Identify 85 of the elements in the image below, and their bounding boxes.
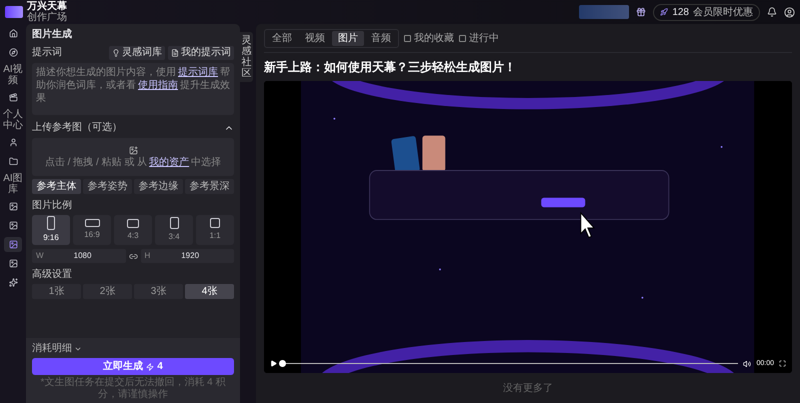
logo-icon xyxy=(5,6,23,18)
ratio-shape-icon xyxy=(170,217,178,229)
rail-item[interactable] xyxy=(4,237,22,252)
brand-name: 万兴天幕 xyxy=(27,1,67,12)
filter-label: 进行中 xyxy=(469,32,499,46)
volume-icon[interactable] xyxy=(743,360,752,368)
image-add-icon xyxy=(128,146,138,154)
prompt-tool-button[interactable]: 我的提示词 xyxy=(168,46,234,60)
ratio-shape-icon xyxy=(127,218,139,228)
prompt-tool-button[interactable]: 灵感词库 xyxy=(109,46,165,60)
play-icon[interactable] xyxy=(270,360,277,368)
compass-icon xyxy=(8,48,18,57)
hint-link[interactable]: 提示词库 xyxy=(178,67,218,78)
section-heading: 新手上路：如何使用天幕？三步轻松生成图片！ xyxy=(264,59,517,76)
rail-section-label: AI视频 xyxy=(2,64,24,86)
end-of-list-text: 没有更多了 xyxy=(502,382,554,396)
category-tab[interactable]: 音频 xyxy=(365,31,397,46)
ratio-shape-icon xyxy=(84,219,100,227)
user-icon xyxy=(8,138,18,147)
filter-label: 我的收藏 xyxy=(414,32,454,46)
bolt-icon xyxy=(146,362,154,370)
link-icon[interactable] xyxy=(128,252,138,260)
upload-area[interactable]: 点击 / 拖拽 / 粘贴 或 从 我的资产 中选择 xyxy=(32,138,234,176)
rocket-icon xyxy=(660,8,668,16)
image-icon xyxy=(8,202,18,211)
community-tab[interactable]: 灵感社区 xyxy=(240,32,253,82)
ratio-label: 图片比例 xyxy=(32,198,73,213)
category-tab[interactable]: 图片 xyxy=(332,31,364,46)
clapperboard-icon xyxy=(8,93,18,102)
hint-text: 点击 / 拖拽 / 粘贴 或 从 我的资产 中选择 xyxy=(44,156,222,168)
size-field[interactable]: H 1920 xyxy=(140,249,234,263)
upload-label: 上传参考图（可选） xyxy=(32,120,122,135)
prompt-label: 提示词 xyxy=(32,46,62,60)
category-tab[interactable]: 视频 xyxy=(299,31,331,46)
generate-button[interactable]: 立即生成 4 xyxy=(32,358,234,375)
brand-subtitle: 创作广场 xyxy=(27,12,67,23)
rail-section-label: 个人中心 xyxy=(2,109,24,131)
filter-checkbox[interactable] xyxy=(459,35,466,42)
ratio-option[interactable]: 4:3 xyxy=(114,215,152,245)
image-icon xyxy=(8,240,18,249)
reference-tab[interactable]: 参考景深 xyxy=(185,179,234,194)
ratio-shape-icon xyxy=(47,216,55,230)
count-option[interactable]: 3张 xyxy=(134,284,183,299)
avatar-icon[interactable] xyxy=(784,6,795,18)
size-field-value: 1920 xyxy=(181,250,200,262)
ratio-option[interactable]: 1:1 xyxy=(196,215,234,245)
advanced-label: 高级设置 xyxy=(32,268,73,282)
reference-tab[interactable]: 参考主体 xyxy=(32,179,81,194)
bell-icon[interactable] xyxy=(767,7,777,17)
reference-tab[interactable]: 参考边缘 xyxy=(134,179,183,194)
size-field-label: H xyxy=(144,250,150,262)
folder-icon xyxy=(8,157,18,166)
ratio-shape-icon xyxy=(210,218,220,228)
credits-count: 128 xyxy=(672,6,689,20)
hint-link[interactable]: 使用指南 xyxy=(138,80,178,91)
promo-text: 会员限时优惠 xyxy=(693,6,753,20)
lightbulb-icon xyxy=(112,48,120,56)
category-tab[interactable]: 全部 xyxy=(266,31,298,46)
home-icon xyxy=(8,29,18,38)
size-field-label: W xyxy=(36,250,44,262)
count-option[interactable]: 1张 xyxy=(32,284,81,299)
size-field-value: 1080 xyxy=(74,250,92,262)
cost-label: 消耗明细 xyxy=(32,342,72,356)
fullscreen-icon[interactable] xyxy=(779,360,786,368)
ratio-option[interactable]: 9:16 xyxy=(32,215,70,245)
sparkle-icon xyxy=(8,278,18,287)
community-tab-label: 灵感社区 xyxy=(242,35,252,79)
ratio-option[interactable]: 16:9 xyxy=(73,215,111,245)
gift-icon[interactable] xyxy=(636,7,646,17)
rail-section-label: AI图库 xyxy=(2,173,24,195)
filter-checkbox[interactable] xyxy=(404,35,411,42)
reference-tab[interactable]: 参考姿势 xyxy=(83,179,132,194)
count-option[interactable]: 4张 xyxy=(185,284,234,299)
credits-button[interactable]: 128 会员限时优惠 xyxy=(653,4,760,20)
prompt-field[interactable]: 描述你想生成的图片内容，使用 提示词库 帮助你润色词库，或者看 使用指南 提升生成效果 xyxy=(32,63,234,115)
image-icon xyxy=(8,221,18,230)
ratio-option[interactable]: 3:4 xyxy=(155,215,193,245)
panel-title: 图片生成 xyxy=(32,29,73,41)
document-icon xyxy=(171,48,179,56)
hint-text: 描述你想生成的图片内容，使用 提示词库 帮助你润色词库，或者看 使用指南 提升生成效果 xyxy=(36,66,230,105)
image-icon xyxy=(8,259,18,268)
size-field[interactable]: W 1080 xyxy=(32,249,126,263)
hint-link[interactable]: 我的资产 xyxy=(149,156,190,168)
count-option[interactable]: 2张 xyxy=(83,284,132,299)
footnote-text: *文生图任务在提交后无法撤回，消耗 4 积分，请谨慎操作 xyxy=(39,377,226,401)
